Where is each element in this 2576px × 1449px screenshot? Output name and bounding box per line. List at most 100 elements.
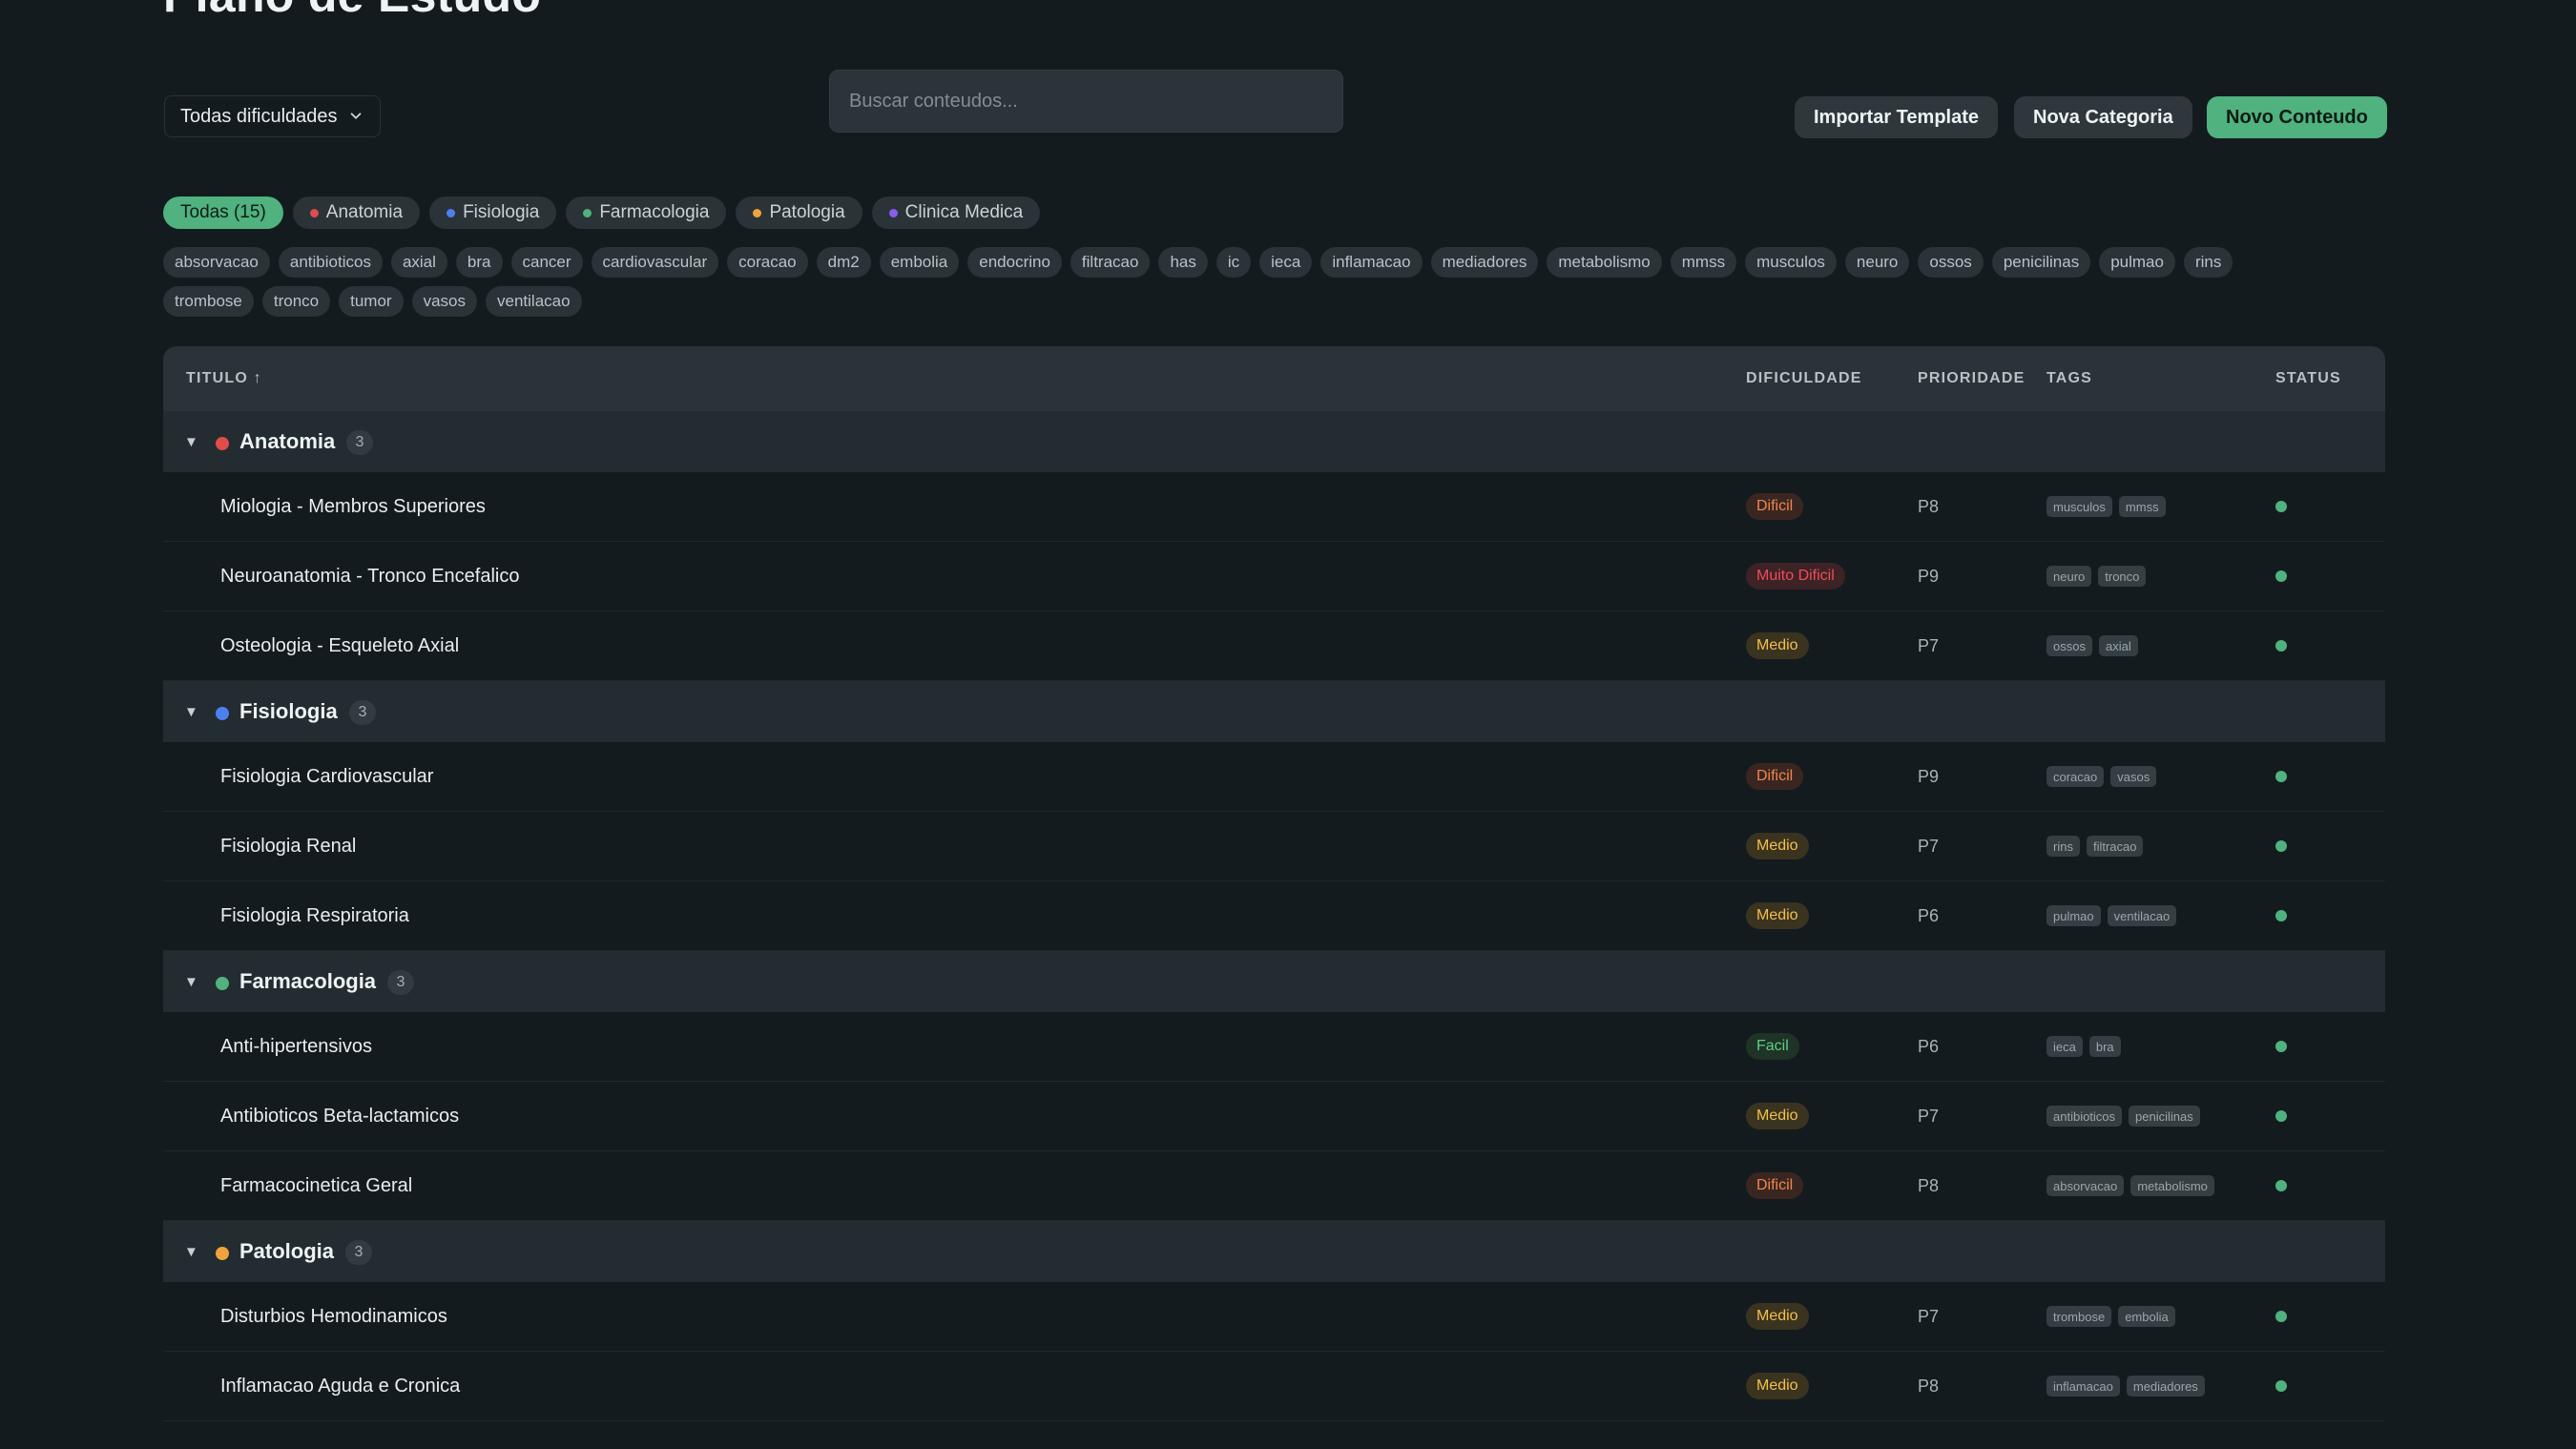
row-tag: neuro <box>2046 566 2092 587</box>
column-header-status[interactable]: STATUS <box>2275 346 2341 411</box>
table-row[interactable]: Disturbios Hemodinamicos Medio P7 trombose e… <box>163 1282 2385 1352</box>
status-dot-icon[interactable] <box>2275 1380 2287 1392</box>
category-chip[interactable]: Patologia <box>736 197 862 229</box>
priority-value: P9 <box>1918 566 1940 586</box>
tag-filter-pill[interactable]: ventilacao <box>486 286 582 317</box>
tag-filter-pill[interactable]: bra <box>455 247 503 278</box>
tag-filter-pill[interactable]: absorvacao <box>163 247 270 278</box>
priority-cell: P8 <box>1918 1151 1939 1220</box>
row-tag: vasos <box>2110 766 2157 787</box>
tag-filter-pill[interactable]: embolia <box>879 247 960 278</box>
status-dot-icon[interactable] <box>2275 840 2287 852</box>
tag-filter-pill[interactable]: penicilinas <box>1991 247 2091 278</box>
tag-filter-pill[interactable]: trombose <box>163 286 254 317</box>
column-header-tags[interactable]: TAGS <box>2046 346 2092 411</box>
tag-filter-pill[interactable]: axial <box>390 247 447 278</box>
column-header-difficulty[interactable]: DIFICULDADE <box>1746 346 1862 411</box>
content-title[interactable]: Anti-hipertensivos <box>220 1012 372 1081</box>
collapse-caret-icon[interactable]: ▼ <box>184 681 198 742</box>
tag-filter-pill[interactable]: tronco <box>261 286 331 317</box>
category-chip[interactable]: Clinica Medica <box>871 197 1041 229</box>
tag-filter-pill[interactable]: dm2 <box>816 247 871 278</box>
new-content-button[interactable]: Novo Conteudo <box>2207 96 2387 138</box>
content-title[interactable]: Inflamacao Aguda e Cronica <box>220 1352 460 1420</box>
tag-filter-pill[interactable]: mediadores <box>1430 247 1539 278</box>
priority-value: P6 <box>1918 905 1940 925</box>
content-title[interactable]: Neuroanatomia - Tronco Encefalico <box>220 542 520 611</box>
tag-filter-pill[interactable]: endocrino <box>967 247 1062 278</box>
category-group-header[interactable]: ▼ Anatomia 3 <box>163 411 2385 472</box>
table-row[interactable]: Neuroanatomia - Tronco Encefalico Muito D… <box>163 542 2385 611</box>
status-dot-icon[interactable] <box>2275 910 2287 921</box>
tag-filter-pill[interactable]: ic <box>1215 247 1252 278</box>
category-group-header[interactable]: ▼ Patologia 3 <box>163 1221 2385 1282</box>
table-row[interactable]: Antibioticos Beta-lactamicos Medio P7 antib… <box>163 1082 2385 1151</box>
search-input[interactable] <box>829 70 1343 133</box>
content-title[interactable]: Osteologia - Esqueleto Axial <box>220 611 459 680</box>
tag-filter-pill[interactable]: rins <box>2183 247 2233 278</box>
collapse-caret-icon[interactable]: ▼ <box>184 951 198 1012</box>
row-tag: trombose <box>2046 1306 2112 1327</box>
status-dot-icon[interactable] <box>2275 1110 2287 1122</box>
category-dot-icon <box>216 977 229 990</box>
table-row[interactable]: Inflamacao Aguda e Cronica Medio P8 inflama… <box>163 1352 2385 1421</box>
category-chip-label: Patologia <box>769 202 845 222</box>
import-template-button[interactable]: Importar Template <box>1795 96 1998 138</box>
table-row[interactable]: Farmacocinetica Geral Dificil P8 absorvacao… <box>163 1151 2385 1221</box>
content-title[interactable]: Fisiologia Renal <box>220 812 356 880</box>
collapse-caret-icon[interactable]: ▼ <box>184 1221 198 1282</box>
content-title[interactable]: Antibioticos Beta-lactamicos <box>220 1082 459 1150</box>
status-dot-icon[interactable] <box>2275 1041 2287 1052</box>
category-group-header[interactable]: ▼ Farmacologia 3 <box>163 951 2385 1012</box>
table-row[interactable]: Fisiologia Respiratoria Medio P6 pulmao vent… <box>163 881 2385 951</box>
table-row[interactable]: Miologia - Membros Superiores Dificil P8 mu… <box>163 472 2385 542</box>
category-chip[interactable]: Farmacologia <box>566 197 727 229</box>
category-chip[interactable]: Fisiologia <box>429 197 557 229</box>
content-title[interactable]: Disturbios Hemodinamicos <box>220 1282 447 1351</box>
table-row[interactable]: Fisiologia Cardiovascular Dificil P9 coraca… <box>163 742 2385 812</box>
content-title[interactable]: Farmacocinetica Geral <box>220 1151 412 1220</box>
tag-filter-pill[interactable]: ossos <box>1918 247 1984 278</box>
row-tag: rins <box>2046 836 2080 857</box>
tag-filter-pill[interactable]: pulmao <box>2099 247 2175 278</box>
status-dot-icon[interactable] <box>2275 1311 2287 1322</box>
tag-filter-pill[interactable]: tumor <box>339 286 404 317</box>
status-dot-icon[interactable] <box>2275 640 2287 652</box>
category-chip[interactable]: Todas (15) <box>163 197 283 229</box>
tag-filter-pill[interactable]: has <box>1158 247 1208 278</box>
priority-value: P8 <box>1918 496 1940 516</box>
status-dot-icon[interactable] <box>2275 570 2287 582</box>
category-group-header[interactable]: ▼ Fisiologia 3 <box>163 681 2385 742</box>
difficulty-filter-select[interactable]: Todas dificuldades <box>164 95 381 137</box>
table-row[interactable]: Fisiologia Renal Medio P7 rins filtracao <box>163 812 2385 881</box>
tag-filter-pill[interactable]: neuro <box>1844 247 1910 278</box>
difficulty-cell: Medio <box>1746 1082 1809 1150</box>
table-row[interactable]: Osteologia - Esqueleto Axial Medio P7 ossos… <box>163 611 2385 681</box>
collapse-caret-icon[interactable]: ▼ <box>184 411 198 472</box>
status-dot-icon[interactable] <box>2275 1180 2287 1191</box>
tag-filter-pill[interactable]: antibioticos <box>278 247 383 278</box>
difficulty-cell: Facil <box>1746 1012 1799 1081</box>
tag-filter-pill[interactable]: coracao <box>727 247 808 278</box>
tag-filter-pill[interactable]: metabolismo <box>1547 247 1662 278</box>
content-title[interactable]: Fisiologia Respiratoria <box>220 881 409 950</box>
column-header-priority[interactable]: PRIORIDADE <box>1918 346 2025 411</box>
tag-filter-pill[interactable]: filtracao <box>1070 247 1151 278</box>
tag-filter-pill[interactable]: ieca <box>1259 247 1313 278</box>
new-category-button[interactable]: Nova Categoria <box>2014 96 2192 138</box>
category-dot-icon <box>216 437 229 450</box>
content-title[interactable]: Fisiologia Cardiovascular <box>220 742 433 811</box>
column-header-title[interactable]: TITULO ↑ <box>186 346 262 411</box>
tag-filter-pill[interactable]: cancer <box>510 247 583 278</box>
tag-filter-pill[interactable]: cardiovascular <box>591 247 719 278</box>
category-chip[interactable]: Anatomia <box>292 197 421 229</box>
status-dot-icon[interactable] <box>2275 771 2287 782</box>
table-row[interactable]: Anti-hipertensivos Facil P6 ieca bra <box>163 1012 2385 1082</box>
tag-filter-pill[interactable]: vasos <box>411 286 478 317</box>
tag-filter-pill[interactable]: mmss <box>1670 247 1737 278</box>
tag-filter-pill[interactable]: inflamacao <box>1320 247 1423 278</box>
status-dot-icon[interactable] <box>2275 501 2287 512</box>
tag-filter-pill[interactable]: musculos <box>1745 247 1837 278</box>
content-title[interactable]: Miologia - Membros Superiores <box>220 472 486 541</box>
row-tag: pulmao <box>2046 905 2101 926</box>
